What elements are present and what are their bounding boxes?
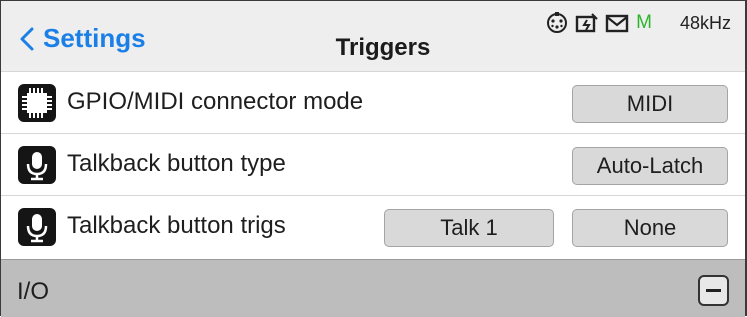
talkback-trig-a-button[interactable]: Talk 1	[384, 209, 554, 247]
triggers-screen: Settings Triggers M 48kHz GPIO/MIDI conn…	[0, 0, 747, 317]
section-label: I/O	[17, 278, 50, 305]
power-icon	[575, 11, 599, 35]
row-label: Talkback button trigs	[67, 212, 286, 239]
talkback-trig-b-button[interactable]: None	[572, 209, 728, 247]
talkback-type-button[interactable]: Auto-Latch	[572, 147, 728, 185]
row-label: GPIO/MIDI connector mode	[67, 88, 364, 115]
setting-row-talkback-trigs: Talkback button trigs Talk 1 None	[1, 195, 745, 259]
connector-mode-button[interactable]: MIDI	[572, 85, 728, 123]
status-bar: M 48kHz	[545, 9, 731, 37]
header-bar: Settings Triggers M 48kHz	[1, 1, 745, 65]
sample-rate: 48kHz	[679, 12, 731, 33]
minus-icon	[706, 289, 721, 292]
timecode-icon	[545, 11, 569, 35]
microphone-icon	[18, 146, 56, 184]
mail-icon	[605, 11, 629, 35]
page-title: Triggers	[335, 34, 431, 61]
chip-icon	[18, 84, 56, 122]
microphone-icon	[18, 208, 56, 246]
row-label: Talkback button type	[67, 150, 286, 177]
collapse-button[interactable]	[698, 275, 729, 306]
setting-row-talkback-type: Talkback button type Auto-Latch	[1, 133, 745, 195]
meter-indicator: M	[636, 12, 652, 33]
setting-row-gpio-midi: GPIO/MIDI connector mode MIDI	[1, 71, 745, 133]
section-header-io[interactable]: I/O	[1, 259, 745, 317]
